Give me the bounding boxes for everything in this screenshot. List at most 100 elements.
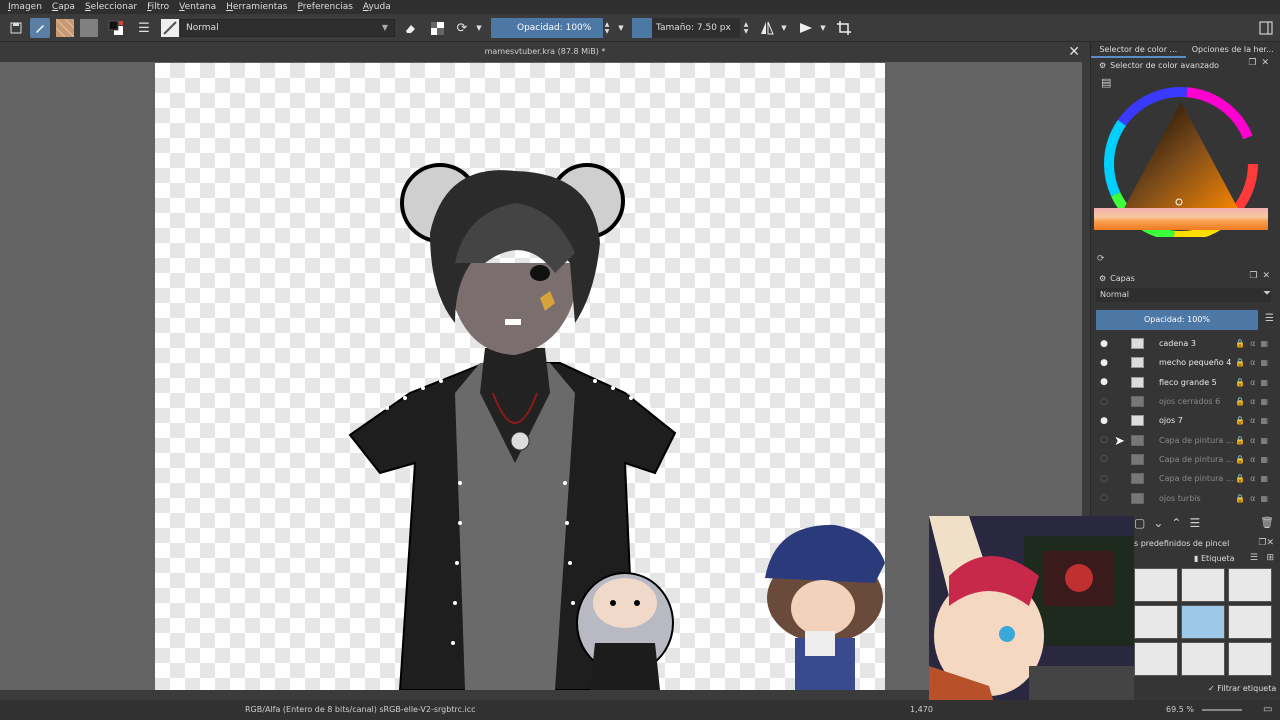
spin-arrows-icon[interactable]: ▲ ▼ — [740, 18, 752, 38]
layer-lock-alpha-icons[interactable]: 🔒α▦ — [1235, 474, 1273, 483]
spin-arrows-icon[interactable]: ▲ ▼ — [601, 18, 613, 38]
canvas-area[interactable] — [0, 62, 1090, 690]
layer-lock-alpha-icons[interactable]: 🔒α▦ — [1235, 358, 1273, 367]
size-slider[interactable]: Tamaño: 7.50 px — [632, 18, 740, 38]
layer-name: fleco grande 5 — [1159, 377, 1217, 387]
menu-imagen[interactable]: Imagen — [8, 2, 42, 12]
drawing-canvas[interactable] — [155, 63, 885, 690]
menu-seleccionar[interactable]: Seleccionar — [85, 2, 137, 12]
eye-closed-icon[interactable]: ○ — [1099, 435, 1109, 445]
zoom-level: 69.5 % — [1166, 705, 1194, 714]
add-tag-icon[interactable]: ⊞ — [1266, 553, 1274, 563]
layer-row[interactable]: ● ojos 7 🔒α▦ — [1091, 411, 1280, 430]
layer-lock-alpha-icons[interactable]: 🔒α▦ — [1235, 378, 1273, 387]
gear-icon[interactable]: ⚙ — [1099, 61, 1106, 70]
character-artwork — [348, 163, 885, 690]
fg-bg-colors-icon[interactable] — [106, 18, 126, 38]
chevron-down-icon[interactable]: ▼ — [615, 18, 627, 38]
layer-thumbnail — [1131, 396, 1144, 408]
tab-color-selector[interactable]: Selector de color ... — [1091, 42, 1186, 58]
blend-mode-select[interactable]: Normal ▼ — [180, 19, 395, 37]
dock-layout-icon[interactable] — [1256, 18, 1276, 38]
layers-opacity-slider[interactable]: Opacidad: 100% — [1096, 310, 1258, 330]
menu-lines-icon[interactable]: ☰ — [134, 18, 154, 38]
eraser-icon[interactable] — [400, 18, 420, 38]
mirror-horizontal-icon[interactable] — [757, 18, 777, 38]
color-history-strip[interactable] — [1094, 208, 1268, 230]
layer-row[interactable]: ● mecho pequeño 4 🔒α▦ — [1091, 353, 1280, 372]
crop-icon[interactable] — [834, 18, 854, 38]
eye-closed-icon[interactable]: ○ — [1099, 454, 1109, 464]
layer-row[interactable]: ● fleco grande 5 🔒α▦ — [1091, 373, 1280, 392]
eye-closed-icon[interactable]: ○ — [1099, 397, 1109, 407]
eye-icon[interactable]: ● — [1099, 358, 1109, 368]
layers-blend-select[interactable]: Normal — [1096, 288, 1271, 302]
brush-preset[interactable] — [1181, 642, 1225, 676]
brush-preset[interactable] — [1134, 642, 1178, 676]
brush-tag-selector[interactable]: ▮ Etiqueta — [1194, 554, 1234, 563]
layer-row[interactable]: ○ Capa de pintura ... 🔒α▦ — [1091, 469, 1280, 488]
layer-lock-alpha-icons[interactable]: 🔒α▦ — [1235, 455, 1273, 464]
layer-lock-alpha-icons[interactable]: 🔒α▦ — [1235, 494, 1273, 503]
panel-float-close-icons[interactable]: ❐✕ — [1248, 58, 1274, 68]
menu-ayuda[interactable]: Ayuda — [363, 2, 391, 12]
tab-tool-options[interactable]: Opciones de la her... — [1186, 42, 1280, 58]
brush-preset-icon[interactable] — [159, 18, 181, 38]
layer-name: Capa de pintura ... — [1159, 435, 1234, 445]
canvas-horizontal-scrollbar[interactable] — [0, 690, 1090, 700]
brush-preset[interactable] — [1228, 568, 1272, 602]
layer-actions-icons[interactable]: ▢⌄⌃☰ — [1134, 516, 1280, 530]
layer-lock-alpha-icons[interactable]: 🔒α▦ — [1235, 339, 1273, 348]
chevron-down-icon[interactable]: ▼ — [817, 18, 829, 38]
eye-icon[interactable]: ● — [1099, 416, 1109, 426]
brush-preset[interactable] — [1228, 642, 1272, 676]
menu-ventana[interactable]: Ventana — [179, 2, 216, 12]
eye-closed-icon[interactable]: ○ — [1099, 474, 1109, 484]
menu-preferencias[interactable]: Preferencias — [297, 2, 352, 12]
layer-lock-alpha-icons[interactable]: 🔒α▦ — [1235, 397, 1273, 406]
layer-row[interactable]: ○ ojos cerrados 6 🔒α▦ — [1091, 392, 1280, 411]
brush-preset-selected[interactable] — [1181, 605, 1225, 639]
alpha-lock-icon[interactable] — [427, 18, 447, 38]
menu-herramientas[interactable]: Herramientas — [226, 2, 287, 12]
panel-float-close-icons[interactable]: ❐✕ — [1258, 538, 1274, 548]
layer-row[interactable]: ○ Capa de pintura ... 🔒α▦ — [1091, 450, 1280, 469]
brush-preset[interactable] — [1134, 605, 1178, 639]
save-icon[interactable] — [6, 18, 26, 38]
chevron-down-icon[interactable]: ▼ — [778, 18, 790, 38]
brush-preset[interactable] — [1134, 568, 1178, 602]
zoom-slider[interactable] — [1202, 709, 1242, 711]
mouse-cursor-icon: ➤ — [1114, 434, 1125, 449]
filter-icon[interactable]: ⏷ — [1263, 288, 1271, 299]
menu-lines-icon[interactable]: ☰ — [1250, 553, 1258, 563]
refresh-icon[interactable]: ⟳ — [1097, 254, 1105, 264]
menu-capa[interactable]: Capa — [52, 2, 75, 12]
color-space-label: RGB/Alfa (Entero de 8 bits/canal) sRGB-e… — [245, 705, 476, 714]
menu-lines-icon[interactable]: ☰ — [1265, 313, 1274, 324]
brush-preset[interactable] — [1228, 605, 1272, 639]
trash-icon[interactable]: 🗑 — [1260, 516, 1274, 529]
eye-icon[interactable]: ● — [1099, 339, 1109, 349]
mirror-vertical-icon[interactable] — [796, 18, 816, 38]
fit-view-icon[interactable]: ▭ — [1263, 700, 1272, 720]
layer-lock-alpha-icons[interactable]: 🔒α▦ — [1235, 416, 1273, 425]
chevron-down-icon[interactable]: ▼ — [473, 18, 485, 38]
panel-float-close-icons[interactable]: ❐✕ — [1249, 271, 1275, 281]
brush-preset[interactable] — [1181, 568, 1225, 602]
eye-icon[interactable]: ● — [1099, 377, 1109, 387]
document-tab[interactable]: mamesvtuber.kra (87.8 MiB) * ✕ — [0, 42, 1090, 62]
opacity-slider[interactable]: Opacidad: 100% — [491, 18, 603, 38]
menu-filtro[interactable]: Filtro — [147, 2, 169, 12]
reload-icon[interactable]: ⟳ — [452, 18, 472, 38]
gear-icon[interactable]: ⚙ — [1099, 274, 1106, 283]
gradient-swatch-icon[interactable] — [79, 18, 99, 38]
eye-closed-icon[interactable]: ○ — [1099, 493, 1109, 503]
advanced-color-selector[interactable]: ▤ — [1091, 72, 1280, 237]
pattern-swatch-icon[interactable] — [55, 18, 75, 38]
filter-tag-field[interactable]: ✓ Filtrar etiqueta — [1208, 684, 1276, 693]
brush-editor-icon[interactable] — [30, 18, 50, 38]
layer-row[interactable]: ○ ojos turbis 🔒α▦ — [1091, 488, 1280, 507]
close-icon[interactable]: ✕ — [1068, 42, 1080, 62]
layer-lock-alpha-icons[interactable]: 🔒α▦ — [1235, 436, 1273, 445]
layer-row[interactable]: ● cadena 3 🔒α▦ — [1091, 334, 1280, 353]
